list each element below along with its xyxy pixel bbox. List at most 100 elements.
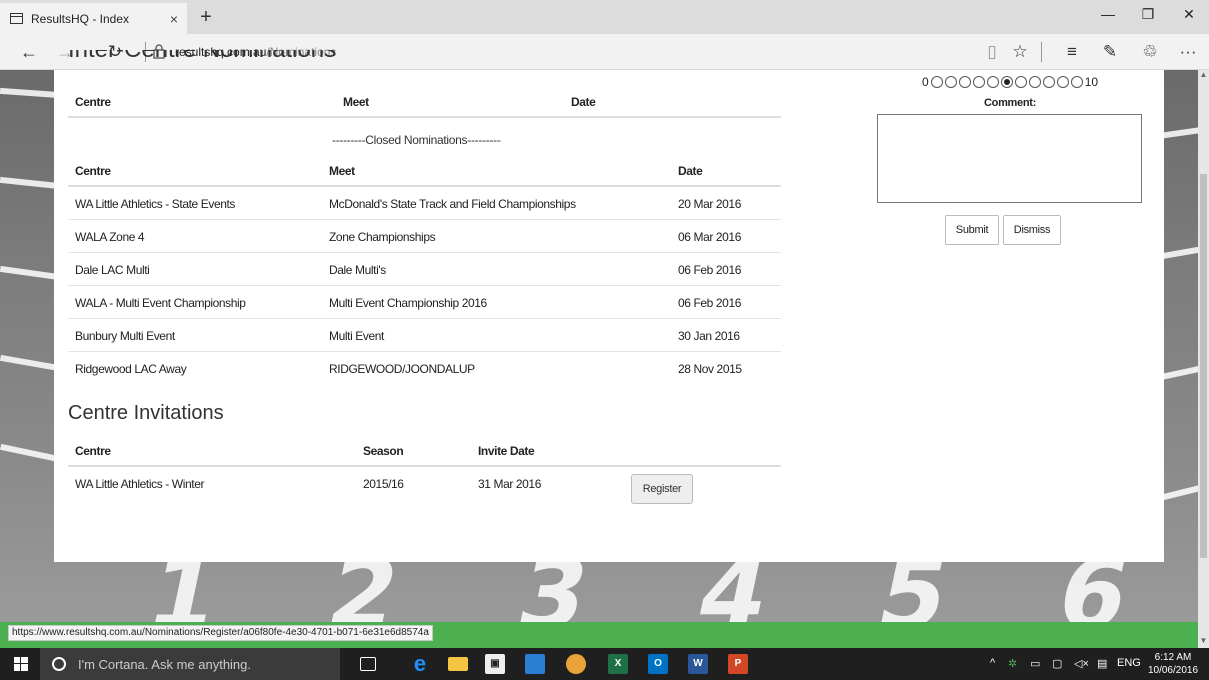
rating-radio-11[interactable]: [1070, 76, 1083, 88]
row-date: 30 Jan 2016: [678, 329, 740, 343]
row-meet: McDonald's State Track and Field Champio…: [329, 197, 576, 211]
rating-radio-1[interactable]: [930, 76, 943, 88]
row-meet: Dale Multi's: [329, 263, 386, 277]
row-season: 2015/16: [363, 477, 404, 491]
row-meet: Zone Championships: [329, 230, 436, 244]
scroll-up-icon[interactable]: ▲: [1198, 70, 1209, 79]
language-indicator[interactable]: ENG: [1117, 657, 1141, 669]
more-icon[interactable]: ···: [1176, 41, 1200, 63]
lane-line: [0, 265, 61, 281]
lane-line: [0, 443, 60, 463]
rating-min-label: 0: [922, 75, 929, 89]
table-row: WALA Zone 4 Zone Championships 06 Mar 20…: [68, 221, 781, 253]
edge-browser-icon[interactable]: e: [410, 653, 430, 675]
new-tab-button[interactable]: +: [194, 5, 218, 29]
action-center-icon[interactable]: ▤: [1097, 657, 1107, 670]
scroll-thumb[interactable]: [1200, 174, 1207, 558]
rating-radio-3[interactable]: [958, 76, 971, 88]
file-explorer-icon[interactable]: [448, 657, 468, 671]
lane-line: [0, 87, 61, 99]
windows-taskbar: I'm Cortana. Ask me anything. e ▣ X O W …: [0, 648, 1209, 680]
closed-table-header: Centre Meet Date: [68, 155, 781, 187]
inter-centre-table-header: Centre Meet Date: [68, 86, 781, 118]
row-centre: WA Little Athletics - Winter: [75, 477, 205, 491]
windows-start-icon[interactable]: [14, 657, 28, 671]
row-date: 06 Feb 2016: [678, 296, 741, 310]
web-note-icon[interactable]: ✎: [1098, 41, 1122, 63]
rating-radio-9[interactable]: [1042, 76, 1055, 88]
submit-button[interactable]: Submit: [945, 215, 999, 245]
browser-tab[interactable]: ResultsHQ - Index ×: [0, 3, 187, 34]
clock-date: 10/06/2016: [1147, 665, 1199, 676]
system-clock[interactable]: 6:12 AM 10/06/2016: [1142, 651, 1204, 677]
cortana-icon: [52, 657, 66, 671]
rating-radio-6-selected[interactable]: [1000, 76, 1013, 88]
back-arrow-icon[interactable]: ←: [16, 40, 42, 64]
row-date: 06 Mar 2016: [678, 230, 741, 244]
network-icon[interactable]: ▢: [1052, 657, 1062, 670]
powerpoint-icon[interactable]: P: [728, 654, 748, 674]
tab-close-icon[interactable]: ×: [161, 11, 187, 27]
inter-centre-heading: Inter-Centre Nominations: [68, 50, 368, 70]
dismiss-button[interactable]: Dismiss: [1003, 215, 1061, 245]
lane-line: [1159, 485, 1201, 501]
lane-line: [0, 176, 61, 190]
battery-icon[interactable]: ▭: [1030, 657, 1040, 670]
page-scrollbar[interactable]: ▲ ▼: [1198, 70, 1209, 648]
outlook-icon[interactable]: O: [648, 654, 668, 674]
cortana-placeholder: I'm Cortana. Ask me anything.: [78, 656, 252, 672]
close-window-button[interactable]: ✕: [1169, 6, 1209, 23]
tab-page-icon: [10, 13, 23, 24]
tab-title: ResultsHQ - Index: [31, 11, 130, 26]
column-header-meet: Meet: [329, 164, 355, 178]
tray-app-icon[interactable]: ✲: [1008, 657, 1017, 670]
lane-line: [1159, 246, 1201, 260]
rating-radio-4[interactable]: [972, 76, 985, 88]
lane-line: [1159, 365, 1201, 381]
rating-radio-8[interactable]: [1028, 76, 1041, 88]
reading-view-icon[interactable]: ▯: [980, 41, 1004, 63]
row-centre: WALA - Multi Event Championship: [75, 296, 246, 310]
volume-icon[interactable]: ◁×: [1074, 657, 1089, 670]
rating-radio-5[interactable]: [986, 76, 999, 88]
favorite-star-icon[interactable]: ☆: [1008, 41, 1032, 63]
register-button[interactable]: Register: [631, 474, 693, 504]
maximize-button[interactable]: ❐: [1128, 6, 1168, 23]
status-link-url: https://www.resultshq.com.au/Nominations…: [8, 625, 433, 641]
table-row: Dale LAC Multi Dale Multi's 06 Feb 2016: [68, 254, 781, 286]
column-header-season: Season: [363, 444, 404, 458]
scroll-down-icon[interactable]: ▼: [1198, 636, 1209, 645]
rating-radio-7[interactable]: [1014, 76, 1027, 88]
row-centre: Bunbury Multi Event: [75, 329, 175, 343]
rating-max-label: 10: [1084, 75, 1099, 89]
column-header-meet: Meet: [343, 95, 369, 109]
centre-invitations-title: Centre Invitations: [68, 402, 224, 424]
table-row: Bunbury Multi Event Multi Event 30 Jan 2…: [68, 320, 781, 352]
rating-scale: 0 10: [922, 75, 1100, 89]
hub-icon[interactable]: ≡: [1060, 41, 1084, 63]
clock-time: 6:12 AM: [1154, 652, 1192, 663]
tray-overflow-icon[interactable]: ^: [990, 657, 995, 669]
row-meet: RIDGEWOOD/JOONDALUP: [329, 362, 475, 376]
comment-textarea[interactable]: [877, 114, 1142, 203]
word-icon[interactable]: W: [688, 654, 708, 674]
comment-label: Comment:: [984, 97, 1036, 109]
share-icon[interactable]: ♲: [1138, 41, 1162, 63]
table-row: Ridgewood LAC Away RIDGEWOOD/JOONDALUP 2…: [68, 353, 781, 385]
row-centre: WA Little Athletics - State Events: [75, 197, 236, 211]
rating-radio-10[interactable]: [1056, 76, 1069, 88]
closed-nominations-label: ---------Closed Nominations---------: [332, 133, 501, 147]
title-bar: ResultsHQ - Index × + — ❐ ✕: [0, 0, 1209, 34]
minimize-button[interactable]: —: [1088, 6, 1128, 22]
desktop-app-icon[interactable]: [525, 654, 545, 674]
row-centre: Ridgewood LAC Away: [75, 362, 187, 376]
store-icon[interactable]: ▣: [485, 654, 505, 674]
row-centre: WALA Zone 4: [75, 230, 145, 244]
excel-icon[interactable]: X: [608, 654, 628, 674]
row-meet: Multi Event Championship 2016: [329, 296, 487, 310]
chrome-icon[interactable]: [566, 654, 586, 674]
task-view-icon[interactable]: [360, 657, 376, 671]
lane-line: [1159, 127, 1201, 139]
cortana-search-box[interactable]: I'm Cortana. Ask me anything.: [40, 648, 340, 680]
rating-radio-2[interactable]: [944, 76, 957, 88]
